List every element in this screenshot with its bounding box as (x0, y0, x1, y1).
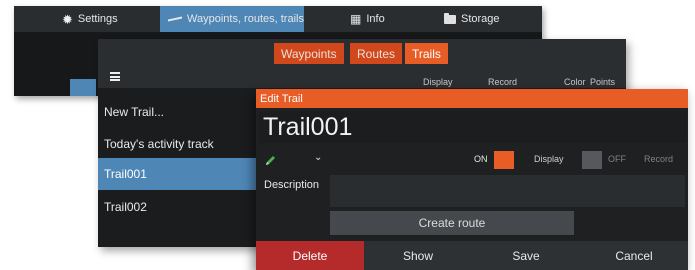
info-icon: ▦ (350, 12, 362, 26)
trail-name-field[interactable]: Trail001 (259, 111, 687, 143)
tab-trails-label: Trails (412, 46, 441, 61)
list-header: Display Record Color Points (98, 66, 626, 88)
edit-trail-dialog: Edit Trail Trail001 ⌄ ON Display OFF Rec… (256, 89, 688, 270)
description-field[interactable] (330, 175, 685, 207)
description-label: Description (264, 179, 320, 191)
display-label: Display (534, 154, 564, 164)
list-item-label: Today's activity track (104, 137, 214, 151)
show-button[interactable]: Show (364, 241, 472, 270)
record-toggle[interactable] (582, 151, 602, 169)
tab-settings[interactable]: ✹ Settings (62, 6, 118, 32)
tab-waypoints-routes-trails-label: Waypoints, routes, trails (187, 13, 304, 25)
list-item-label: Trail002 (104, 200, 147, 214)
cancel-label: Cancel (615, 248, 653, 263)
list-item-label: New Trail... (104, 105, 165, 119)
cancel-button[interactable]: Cancel (580, 241, 688, 270)
tab-waypoints[interactable]: Waypoints (274, 43, 344, 64)
show-label: Show (402, 248, 434, 263)
column-record: Record (488, 77, 518, 87)
tab-info[interactable]: ▦ Info (350, 6, 385, 32)
tab-waypoints-label: Waypoints (281, 46, 337, 61)
tab-waypoints-routes-trails[interactable]: Waypoints, routes, trails (160, 6, 304, 32)
tab-routes-label: Routes (357, 46, 396, 61)
record-label: Record (644, 154, 674, 164)
delete-button[interactable]: Delete (256, 241, 364, 270)
pencil-icon[interactable] (265, 153, 277, 165)
save-label: Save (512, 248, 540, 263)
list-item-trail001[interactable]: Trail001 (98, 158, 258, 190)
create-route-button[interactable]: Create route (330, 211, 574, 235)
selection-strip (70, 79, 96, 96)
dialog-footer: Delete Show Save Cancel (256, 241, 688, 270)
gear-icon: ✹ (62, 11, 73, 27)
create-route-label: Create route (418, 216, 486, 230)
list-item-trail002[interactable]: Trail002 (98, 191, 258, 223)
delete-label: Delete (292, 248, 328, 263)
column-display: Display (423, 77, 453, 87)
display-on-label: ON (474, 154, 488, 164)
tab-storage[interactable]: Storage (444, 6, 500, 32)
display-toggle[interactable] (494, 151, 514, 169)
tab-routes[interactable]: Routes (350, 43, 403, 64)
trail-options-row: ⌄ ON Display OFF Record (256, 151, 688, 169)
column-points: Points (590, 77, 616, 87)
waypoint-route-icon (168, 15, 182, 23)
tab-storage-label: Storage (461, 13, 500, 25)
tab-trails[interactable]: Trails (405, 43, 448, 64)
list-tab-bar: Waypoints Routes Trails (98, 39, 626, 66)
list-item-todays-activity-track[interactable]: Today's activity track (98, 128, 258, 160)
record-off-label: OFF (608, 154, 626, 164)
column-color: Color (564, 77, 586, 87)
tab-settings-label: Settings (77, 13, 118, 25)
tab-info-label: Info (366, 13, 385, 25)
dialog-title: Edit Trail (256, 89, 688, 108)
top-tab-bar: ✹ Settings Waypoints, routes, trails ▦ I… (14, 6, 542, 32)
folder-icon (444, 12, 456, 24)
list-item-new-trail[interactable]: New Trail... (98, 96, 258, 128)
chevron-down-icon[interactable]: ⌄ (314, 152, 322, 163)
save-button[interactable]: Save (472, 241, 580, 270)
list-item-label: Trail001 (104, 167, 147, 181)
hamburger-menu-icon[interactable] (110, 72, 120, 81)
